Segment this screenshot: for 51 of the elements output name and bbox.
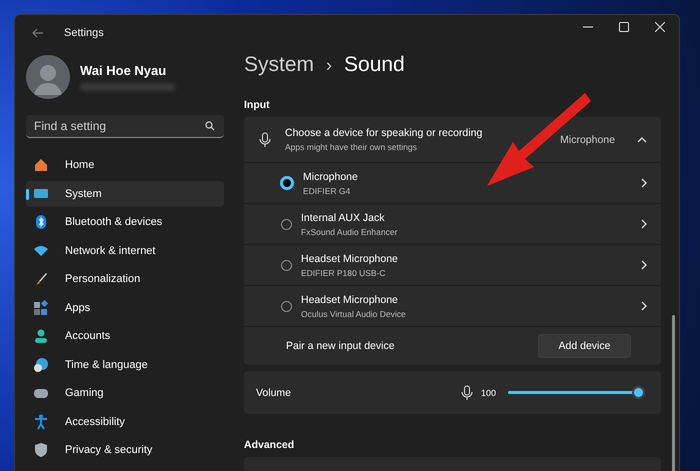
maximize-icon[interactable] — [619, 22, 629, 32]
page-title: Sound — [344, 53, 405, 77]
add-device-button[interactable]: Add device — [538, 334, 631, 358]
time-icon — [33, 356, 49, 373]
radio-button[interactable] — [281, 218, 292, 230]
window-title: Settings — [64, 27, 104, 39]
privacy-icon — [33, 442, 49, 458]
device-option[interactable]: Internal AUX Jack FxSound Audio Enhancer — [244, 204, 661, 245]
chevron-right-icon — [641, 178, 647, 188]
breadcrumb-separator: › — [326, 54, 332, 76]
microphone-icon — [259, 132, 271, 148]
volume-label: Volume — [256, 386, 292, 398]
nav-item[interactable]: Accessibility — [26, 408, 224, 435]
search-icon — [205, 121, 215, 131]
close-icon[interactable] — [655, 22, 665, 32]
volume-reading: 100 — [480, 388, 496, 398]
pair-device-label: Pair a new input device — [286, 340, 396, 352]
section-heading: Input — [244, 99, 271, 111]
apps-icon — [33, 300, 49, 316]
section-heading: Advanced — [244, 439, 296, 451]
nav-item[interactable]: Home — [26, 152, 224, 178]
nav-item[interactable]: Privacy & security — [26, 437, 224, 464]
chevron-up-icon — [637, 136, 647, 142]
radio-button[interactable] — [281, 260, 292, 270]
chevron-right-icon — [641, 260, 647, 270]
nav-item[interactable]: Apps — [26, 294, 224, 321]
accessibility-icon — [33, 414, 49, 430]
back-arrow-icon[interactable] — [32, 28, 44, 38]
nav-item[interactable]: Network & internet — [26, 238, 224, 264]
nav-item[interactable]: Accounts — [26, 323, 224, 350]
profile-name: Wai Hoe Nyau — [80, 63, 168, 78]
device-option[interactable]: Headset Microphone EDIFIER P180 USB-C — [244, 245, 661, 286]
bluetooth-icon — [33, 214, 49, 230]
home-icon — [33, 157, 49, 174]
nav-item[interactable]: Gaming — [26, 380, 224, 406]
breadcrumb-link[interactable]: System — [244, 53, 314, 77]
chevron-right-icon — [641, 301, 647, 311]
device-option[interactable]: Headset Microphone Oculus Virtual Audio Device — [244, 286, 661, 327]
nav-item[interactable]: System — [26, 180, 224, 207]
volume-slider[interactable] — [508, 386, 645, 399]
nav-item[interactable]: Time & language — [26, 352, 224, 378]
nav-item[interactable]: Personalization — [26, 266, 224, 292]
radio-button[interactable] — [281, 300, 292, 312]
nav-item[interactable]: Bluetooth & devices — [26, 209, 224, 236]
radio-button[interactable] — [280, 176, 294, 190]
chevron-right-icon — [641, 219, 647, 229]
avatar-silhouette — [26, 55, 70, 99]
microphone-icon — [460, 384, 473, 400]
brush-icon — [33, 271, 49, 288]
search-field[interactable]: Find a setting — [26, 115, 224, 138]
accounts-icon — [33, 328, 49, 344]
